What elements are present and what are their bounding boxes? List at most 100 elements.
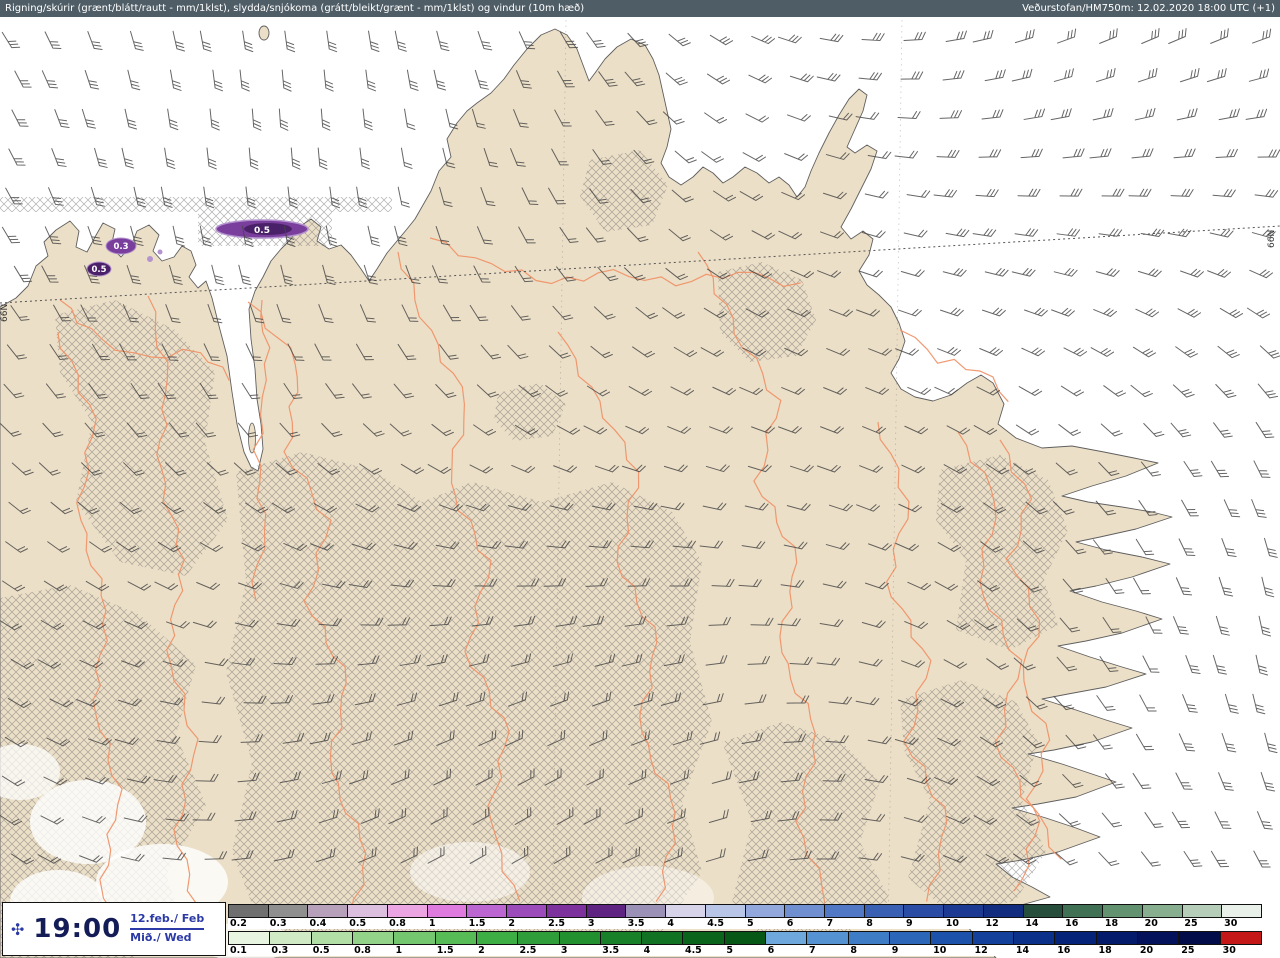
sleet-snow-value: 0.3: [269, 918, 287, 929]
sleet-snow-swatch: [705, 905, 746, 917]
sleet-snow-value: 0.8: [389, 918, 406, 929]
rain-swatch: [890, 932, 932, 944]
sleet-snow-swatch: [586, 905, 627, 917]
sleet-snow-swatch: [864, 905, 905, 917]
sleet-snow-value: 30: [1224, 918, 1238, 929]
legend-description-text: Rigning/skúrir (grænt/blátt/rautt - mm/1…: [5, 3, 585, 14]
sleet-snow-swatch: [1142, 905, 1183, 917]
rain-swatch: [807, 932, 849, 944]
rain-swatch: [229, 932, 271, 944]
sleet-snow-value: 4.5: [707, 918, 725, 929]
sleet-snow-value: 2.5: [548, 918, 565, 929]
sleet-snow-value: 14: [1025, 918, 1039, 929]
rain-swatch: [766, 932, 808, 944]
rain-value: 1: [395, 945, 403, 956]
sleet-snow-value: 1: [428, 918, 436, 929]
rain-swatch: [600, 932, 643, 944]
sleet-snow-value: 3.5: [627, 918, 645, 929]
rain-swatch: [518, 932, 560, 944]
sleet-snow-value: 25: [1184, 918, 1198, 929]
rain-value: 14: [1015, 945, 1030, 956]
rain-value: 25: [1181, 945, 1195, 956]
latitude-label-right: 66N: [1267, 230, 1277, 248]
rain-swatch: [352, 932, 395, 944]
snowflake-icon: ✣: [11, 919, 25, 939]
weather-map-frame: Rigning/skúrir (grænt/blátt/rautt - mm/1…: [0, 0, 1280, 958]
sleet-snow-swatch: [308, 905, 349, 917]
rain-swatch: [1179, 932, 1221, 944]
sleet-snow-value: 6: [786, 918, 794, 929]
blob-value-label: 0.3: [113, 242, 128, 252]
rain-value: 8: [850, 945, 858, 956]
rain-swatch: [931, 932, 973, 944]
sleet-snow-swatch: [626, 905, 667, 917]
sleet-snow-swatch: [1103, 905, 1143, 917]
rain-value: 0.3: [271, 945, 289, 956]
rain-value: 0.8: [354, 945, 371, 956]
sleet-snow-swatch: [268, 905, 309, 917]
rain-swatch: [394, 932, 436, 944]
rain-value: 20: [1139, 945, 1154, 956]
rain-value: 30: [1222, 945, 1236, 956]
rain-swatch: [972, 932, 1014, 944]
latitude-label-left: 66N: [0, 304, 10, 322]
rain-swatch: [642, 932, 684, 944]
sleet-snow-swatch: [1063, 905, 1104, 917]
sleet-snow-value: 5: [746, 918, 754, 929]
sleet-snow-swatch: [507, 905, 547, 917]
model-run-text: Veðurstofan/HM750m: 12.02.2020 18:00 UTC…: [1022, 3, 1275, 14]
sleet-snow-value: 0.4: [309, 918, 327, 929]
sleet-snow-value: 8: [866, 918, 873, 929]
rain-swatch: [559, 932, 601, 944]
sleet-snow-value: 2: [508, 918, 515, 929]
sleet-snow-value: 3: [587, 918, 595, 929]
rain-swatch: [683, 932, 725, 944]
rain-swatch: [1096, 932, 1138, 944]
sleet-snow-swatch: [904, 905, 945, 917]
rain-swatch: [311, 932, 353, 944]
sleet-snow-swatch: [1222, 905, 1262, 917]
rain-swatch: [476, 932, 519, 944]
precip-speck: [157, 249, 163, 255]
sleet-snow-value: 4: [667, 918, 675, 929]
sleet-snow-swatch: [427, 905, 468, 917]
sleet-snow-swatch: [1023, 905, 1064, 917]
rain-value: 16: [1057, 945, 1071, 956]
sleet-snow-value: 10: [945, 918, 960, 929]
sleet-snow-value: 20: [1144, 918, 1158, 929]
rain-value: 18: [1098, 945, 1112, 956]
sleet-snow-swatch: [785, 905, 826, 917]
sleet-snow-swatch: [825, 905, 865, 917]
rain-swatch: [1013, 932, 1056, 944]
sleet-snow-swatch: [666, 905, 706, 917]
rain-swatch: [1055, 932, 1097, 944]
sleet-snow-swatch: [467, 905, 508, 917]
precipitation-legend: 0.2 0.3 0.4 0.5 0.8 1 1.5 2 2.5 3 3.5 4 4.5 5 6 7 8 9 10 12…: [228, 904, 1262, 956]
sleet-snow-value: 16: [1065, 918, 1079, 929]
blob-value-label: 0.5: [91, 265, 106, 275]
day-label: Mið./ Wed: [130, 931, 192, 944]
header-bar: Rigning/skúrir (grænt/blátt/rautt - mm/1…: [0, 0, 1280, 17]
sleet-snow-swatch: [1182, 905, 1223, 917]
sleet-snow-value: 12: [985, 918, 999, 929]
sleet-snow-swatch: [546, 905, 587, 917]
date-label: 12.feb./ Feb: [130, 912, 205, 930]
sleet-snow-swatch: [387, 905, 428, 917]
rain-value: 3.5: [602, 945, 620, 956]
rain-swatch: [270, 932, 312, 944]
grimsey-island: [258, 25, 270, 41]
rain-value: 12: [974, 945, 988, 956]
sleet-snow-value: 0.5: [349, 918, 367, 929]
rain-value: 0.5: [312, 945, 330, 956]
rain-swatch: [1137, 932, 1180, 944]
rain-value: 9: [891, 945, 899, 956]
date-block: 12.feb./ Feb Mið./ Wed: [130, 912, 205, 946]
time-label: 19:00: [33, 914, 122, 944]
sleet-snow-scale: 0.2 0.3 0.4 0.5 0.8 1 1.5 2 2.5 3 3.5 4 4.5 5 6 7 8 9 10 12…: [228, 904, 1262, 929]
sleet-snow-swatch: [229, 905, 269, 917]
rain-scale: 0.1 0.3 0.5 0.8 1 1.5 2 2.5 3 3.5 4 4.5 5 6 7 8 9 10 12 14 1…: [228, 931, 1262, 956]
rain-value: 2.5: [519, 945, 537, 956]
sleet-snow-value: 7: [826, 918, 834, 929]
sleet-snow-swatch: [983, 905, 1024, 917]
sleet-snow-swatch: [348, 905, 388, 917]
